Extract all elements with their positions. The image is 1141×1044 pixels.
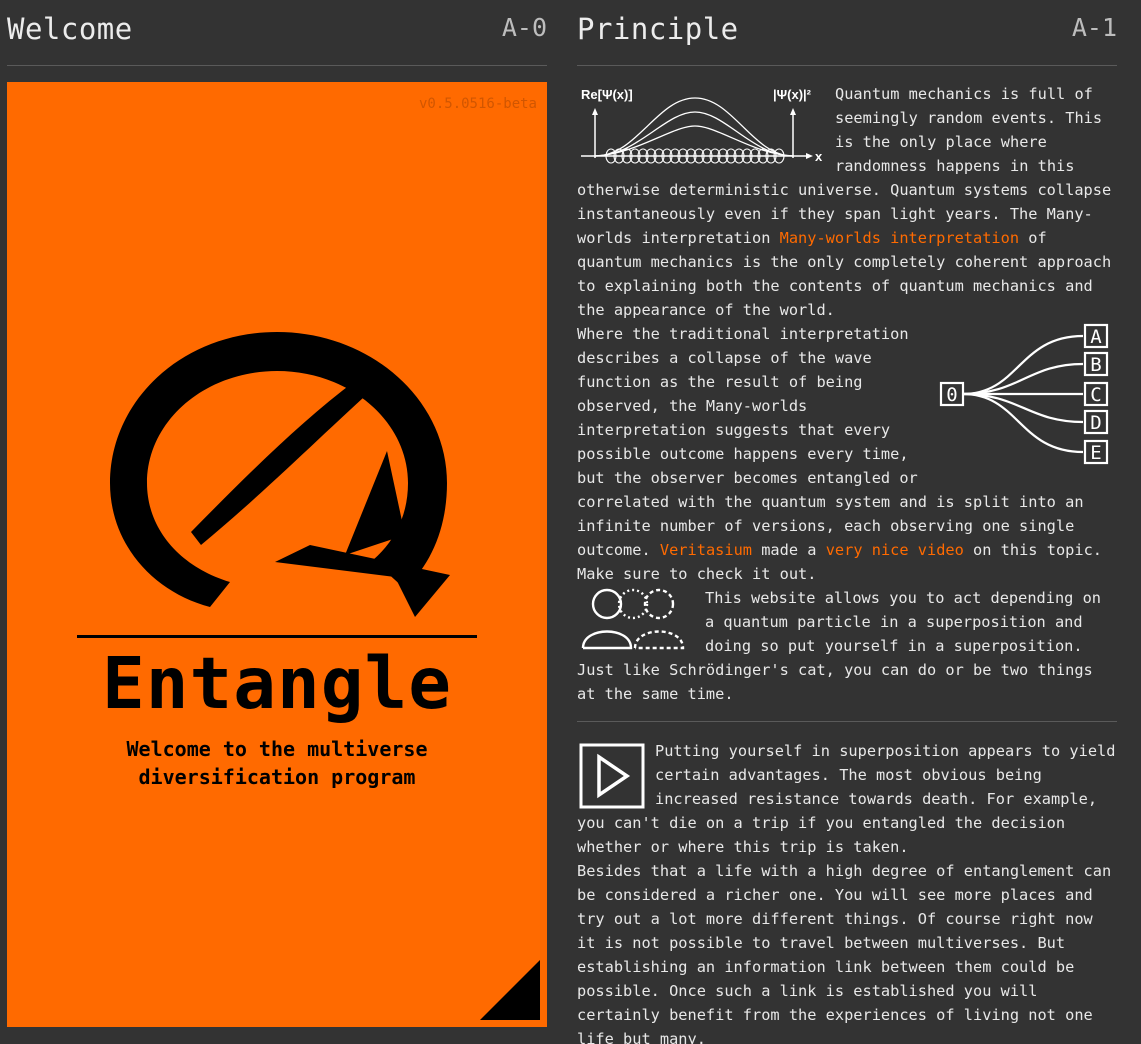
welcome-card[interactable]: v0.5.0516-beta Entangle Welcome to the m… bbox=[7, 82, 547, 1027]
superposition-paragraph: This website allows you to act depending… bbox=[577, 586, 1117, 706]
advantages-paragraph: Putting yourself in superposition appear… bbox=[577, 739, 1117, 859]
people-superposition-icon bbox=[581, 588, 685, 650]
corner-fold-icon[interactable] bbox=[480, 960, 540, 1020]
branching-outcomes-figure-icon: 0 A B C D E bbox=[939, 323, 1109, 465]
wave-axis-label: x bbox=[815, 149, 823, 164]
branch-outcome-label: D bbox=[1090, 412, 1101, 434]
panel-code: A-1 bbox=[1071, 13, 1117, 42]
welcome-header: Welcome A-0 bbox=[7, 0, 547, 66]
panel-title: Welcome bbox=[7, 12, 133, 46]
welcome-panel: Welcome A-0 v0.5.0516-beta Entangle Welc… bbox=[7, 0, 547, 1027]
veritasium-link[interactable]: Veritasium bbox=[660, 541, 752, 559]
branch-outcome-label: C bbox=[1090, 384, 1101, 406]
wave-label-right: |Ψ(x)|² bbox=[773, 87, 812, 102]
tagline: Welcome to the multiverse diversificatio… bbox=[7, 735, 547, 791]
many-worlds-link[interactable]: Many-worlds interpretation bbox=[780, 229, 1019, 247]
intro-paragraph: Re[Ψ(x)] |Ψ(x)|² x Quantum mechanics is … bbox=[577, 82, 1117, 322]
video-link[interactable]: very nice video bbox=[826, 541, 964, 559]
logo-divider bbox=[77, 635, 477, 638]
collapse-paragraph: 0 A B C D E Where the traditional interp… bbox=[577, 322, 1117, 586]
wavefunction-figure-icon: Re[Ψ(x)] |Ψ(x)|² x bbox=[581, 87, 823, 164]
tagline-line-1: Welcome to the multiverse bbox=[126, 737, 428, 761]
branch-outcome-label: B bbox=[1090, 354, 1101, 376]
panel-code: A-0 bbox=[501, 13, 547, 42]
principle-header: Principle A-1 bbox=[577, 0, 1117, 66]
section-divider bbox=[577, 721, 1117, 722]
brand-name: Entangle bbox=[102, 642, 452, 725]
principle-content: Re[Ψ(x)] |Ψ(x)|² x Quantum mechanics is … bbox=[577, 82, 1117, 1044]
entangle-logo-icon bbox=[110, 332, 450, 617]
branch-outcome-label: A bbox=[1090, 326, 1102, 348]
tagline-line-2: diversification program bbox=[138, 765, 416, 789]
play-button-icon[interactable] bbox=[579, 743, 645, 809]
wave-label-left: Re[Ψ(x)] bbox=[581, 87, 633, 102]
principle-panel: Principle A-1 Re[Ψ(x)] |Ψ(x)|² x Quantum… bbox=[577, 0, 1117, 1044]
collapse-text-mid: made a bbox=[752, 541, 826, 559]
advantages-text: Putting yourself in superposition appear… bbox=[577, 742, 1116, 856]
branch-outcome-label: E bbox=[1090, 442, 1101, 464]
panel-title: Principle bbox=[577, 12, 739, 46]
richer-life-paragraph: Besides that a life with a high degree o… bbox=[577, 859, 1117, 1044]
version-label: v0.5.0516-beta bbox=[418, 96, 537, 112]
richer-life-text: Besides that a life with a high degree o… bbox=[577, 862, 1112, 1044]
branch-source-label: 0 bbox=[946, 384, 957, 406]
